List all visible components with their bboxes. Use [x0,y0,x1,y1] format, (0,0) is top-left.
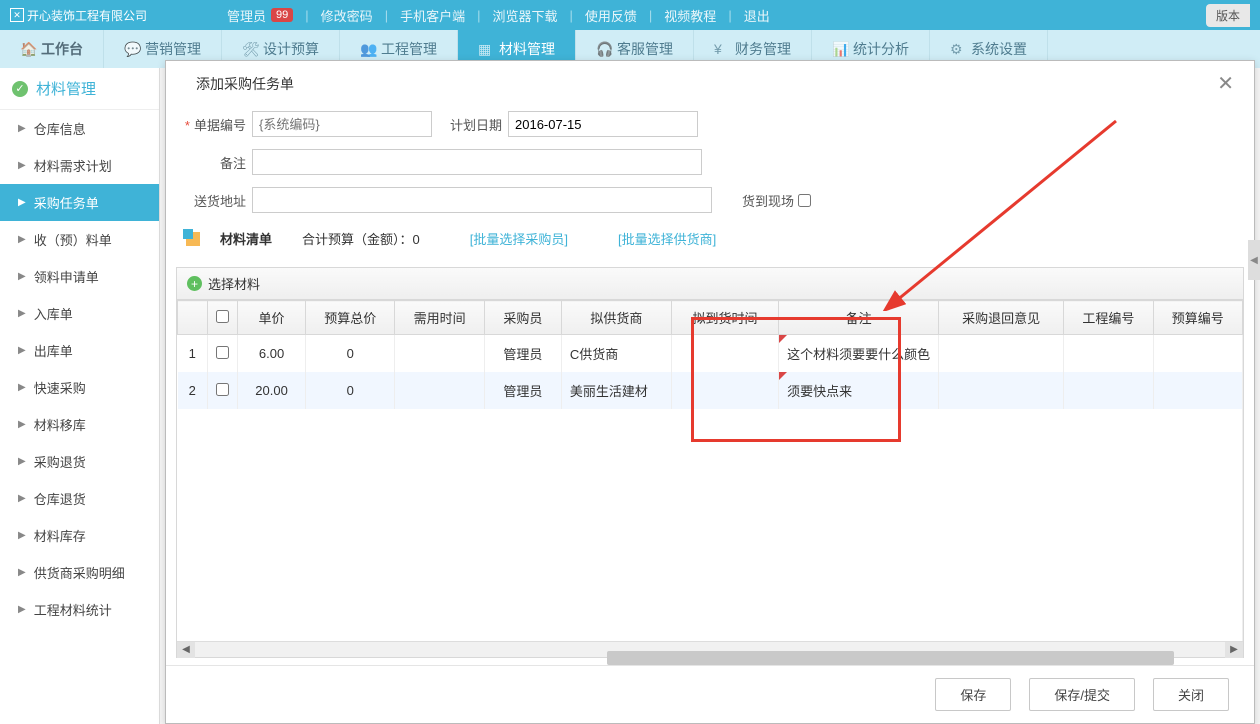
col-arrive-time: 拟到货时间 [671,301,778,335]
sidebar: ✓ 材料管理 ▶仓库信息 ▶材料需求计划 ▶采购任务单 ▶收（预）料单 ▶领料申… [0,68,160,724]
sidebar-item-warehouse-return[interactable]: ▶仓库退货 [0,480,159,517]
form-area: *单据编号 计划日期 备注 送货地址 货到现场 [166,106,1254,665]
col-buyer: 采购员 [484,301,561,335]
caret-right-icon: ▶ [18,382,26,393]
right-panel-toggle[interactable]: ◀ [1248,240,1260,280]
caret-right-icon: ▶ [18,604,26,615]
sidebar-item-quick-purchase[interactable]: ▶快速采购 [0,369,159,406]
home-icon: 🏠 [20,41,36,57]
row-checkbox[interactable] [216,346,229,359]
label-plan-date: 计划日期 [442,115,502,134]
label-order-no: *单据编号 [176,115,246,134]
address-input[interactable] [252,187,712,213]
chart-icon: 📊 [832,41,848,57]
link-logout[interactable]: 退出 [744,6,770,25]
broken-image-icon: ✕ [10,8,24,22]
link-change-password[interactable]: 修改密码 [321,6,373,25]
col-supplier: 拟供货商 [561,301,671,335]
link-mobile-client[interactable]: 手机客户端 [400,6,465,25]
sidebar-item-outbound[interactable]: ▶出库单 [0,332,159,369]
caret-right-icon: ▶ [18,530,26,541]
sidebar-item-purchase-return[interactable]: ▶采购退货 [0,443,159,480]
sidebar-item-requisition[interactable]: ▶领料申请单 [0,258,159,295]
caret-right-icon: ▶ [18,419,26,430]
select-material-bar[interactable]: + 选择材料 [176,267,1244,300]
list-icon [186,232,200,246]
horizontal-scrollbar[interactable]: ◀ ▶ [177,641,1243,657]
caret-right-icon: ▶ [18,493,26,504]
col-project-no: 工程编号 [1064,301,1153,335]
modal-add-purchase-task: 添加采购任务单 ✕ *单据编号 计划日期 备注 送货 [165,60,1255,724]
close-icon[interactable]: ✕ [1212,71,1239,96]
headset-icon: 🎧 [596,41,612,57]
admin-label[interactable]: 管理员 [227,6,266,25]
sidebar-module-title: ✓ 材料管理 [0,68,159,110]
sidebar-item-inbound[interactable]: ▶入库单 [0,295,159,332]
plus-circle-icon: + [187,276,202,291]
save-button[interactable]: 保存 [935,678,1011,711]
sidebar-item-warehouse-info[interactable]: ▶仓库信息 [0,110,159,147]
caret-right-icon: ▶ [18,345,26,356]
sidebar-item-material-stock[interactable]: ▶材料库存 [0,517,159,554]
caret-right-icon: ▶ [18,308,26,319]
batch-select-supplier[interactable]: [批量选择供货商] [618,229,716,248]
yen-icon: ¥ [714,41,730,57]
col-need-time: 需用时间 [395,301,484,335]
sidebar-item-receive-material[interactable]: ▶收（预）料单 [0,221,159,258]
link-feedback[interactable]: 使用反馈 [585,6,637,25]
sidebar-item-material-move[interactable]: ▶材料移库 [0,406,159,443]
caret-right-icon: ▶ [18,271,26,282]
material-grid: 单价 预算总价 需用时间 采购员 拟供货商 拟到货时间 备注 采购退回意见 工程… [176,300,1244,658]
gear-icon: ⚙ [950,41,966,57]
order-no-input[interactable] [252,111,432,137]
sidebar-item-supplier-detail[interactable]: ▶供货商采购明细 [0,554,159,591]
scroll-left-icon[interactable]: ◀ [177,642,195,658]
col-reject: 采购退回意见 [939,301,1064,335]
company-name: ✕ 开心装饰工程有限公司 [10,7,147,24]
remark-input[interactable] [252,149,702,175]
sidebar-item-purchase-task[interactable]: ▶采购任务单 [0,184,159,221]
nav-tab-workbench[interactable]: 🏠工作台 [0,30,104,68]
caret-right-icon: ▶ [18,234,26,245]
label-arrive-site: 货到现场 [742,191,794,210]
label-address: 送货地址 [176,191,246,210]
material-list-title: 材料清单 [220,229,272,248]
grid-icon: ▦ [478,41,494,57]
top-links: 管理员 99 | 修改密码 | 手机客户端 | 浏览器下载 | 使用反馈 | 视… [227,6,770,25]
col-price: 单价 [238,301,306,335]
plan-date-input[interactable] [508,111,698,137]
table-row[interactable]: 2 20.00 0 管理员 美丽生活建材 须要快点来 [178,372,1243,409]
chat-icon: 💬 [124,41,140,57]
caret-right-icon: ▶ [18,456,26,467]
col-note: 备注 [779,301,939,335]
modal-title: 添加采购任务单 [196,74,294,94]
sidebar-item-project-material-stat[interactable]: ▶工程材料统计 [0,591,159,628]
row-checkbox[interactable] [216,383,229,396]
label-remark: 备注 [176,153,246,172]
sidebar-item-material-demand[interactable]: ▶材料需求计划 [0,147,159,184]
link-video-tutorial[interactable]: 视频教程 [664,6,716,25]
caret-right-icon: ▶ [18,197,26,208]
version-button[interactable]: 版本 [1206,4,1250,27]
header-checkbox[interactable] [216,310,229,323]
close-button[interactable]: 关闭 [1153,678,1229,711]
wrench-icon: 🛠 [242,41,258,57]
table-row[interactable]: 1 6.00 0 管理员 C供货商 这个材料须要要什么颜色 [178,335,1243,373]
caret-right-icon: ▶ [18,567,26,578]
col-budget-no: 预算编号 [1153,301,1242,335]
col-budget: 预算总价 [306,301,395,335]
save-submit-button[interactable]: 保存/提交 [1029,678,1135,711]
caret-right-icon: ▶ [18,160,26,171]
link-browser-download[interactable]: 浏览器下载 [492,6,557,25]
arrive-site-checkbox[interactable] [798,194,811,207]
people-icon: 👥 [360,41,376,57]
check-circle-icon: ✓ [12,81,28,97]
caret-right-icon: ▶ [18,123,26,134]
notification-badge[interactable]: 99 [271,8,293,22]
batch-select-buyer[interactable]: [批量选择采购员] [470,229,568,248]
total-budget-label: 合计预算（金额）：0 [302,229,420,248]
scroll-right-icon[interactable]: ▶ [1225,642,1243,658]
